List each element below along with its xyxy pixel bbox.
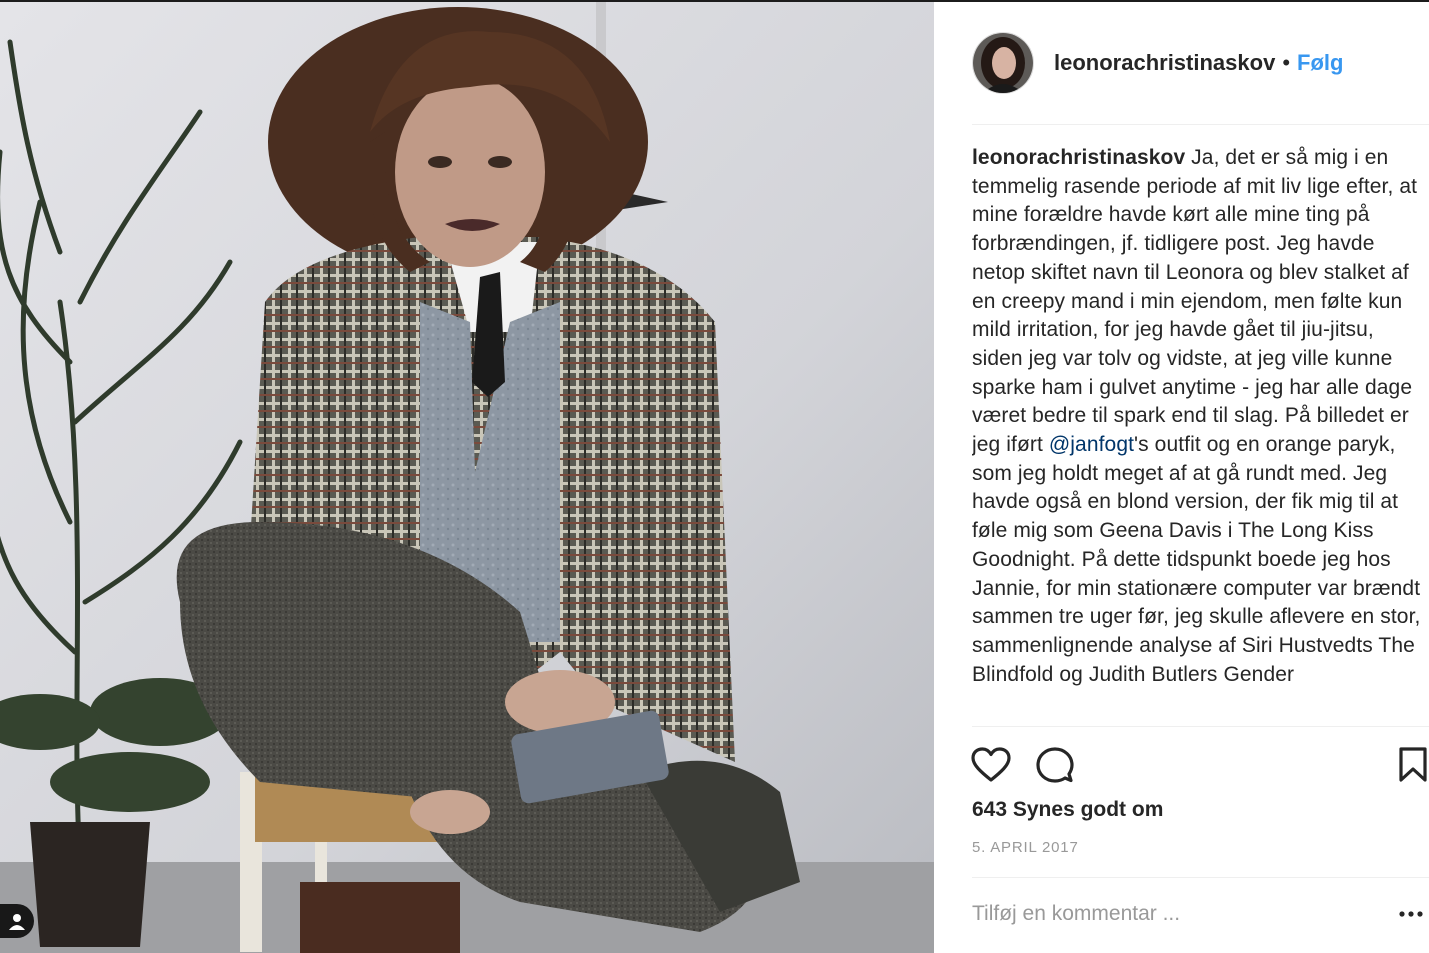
follow-button[interactable]: Følg (1297, 50, 1343, 76)
comment-input[interactable] (972, 895, 1352, 933)
avatar[interactable] (972, 32, 1034, 94)
user-tag-icon[interactable] (0, 904, 34, 938)
comment-button[interactable] (1034, 744, 1076, 786)
more-options-button[interactable] (1396, 902, 1426, 926)
comment-bubble-icon (1036, 747, 1074, 783)
like-count[interactable]: 643 Synes godt om (972, 798, 1163, 822)
post-header: leonorachristinaskov • Følg (972, 30, 1343, 96)
save-button[interactable] (1392, 744, 1429, 786)
post-photo[interactable] (0, 2, 934, 953)
caption-mention-link[interactable]: @janfogt (1049, 433, 1134, 456)
separator-dot: • (1282, 50, 1291, 75)
post-photo-artwork (0, 2, 934, 953)
caption-text-continued: 's outfit og en orange paryk, som jeg ho… (972, 433, 1421, 686)
post-caption: leonorachristinaskov Ja, det er så mig i… (972, 144, 1427, 726)
bookmark-icon (1399, 747, 1427, 782)
caption-username[interactable]: leonorachristinaskov (972, 146, 1185, 169)
divider (972, 726, 1429, 727)
more-horizontal-icon (1399, 911, 1423, 917)
divider (972, 124, 1429, 125)
post-sidebar: leonorachristinaskov • Følg leonorachris… (934, 2, 1429, 953)
caption-text: Ja, det er så mig i en temmelig rasende … (972, 146, 1418, 457)
post-date: 5. APRIL 2017 (972, 839, 1079, 856)
like-button[interactable] (970, 744, 1012, 786)
divider (972, 877, 1429, 878)
post-username[interactable]: leonorachristinaskov (1054, 50, 1275, 76)
heart-icon (971, 747, 1011, 782)
action-bar (970, 744, 1427, 788)
